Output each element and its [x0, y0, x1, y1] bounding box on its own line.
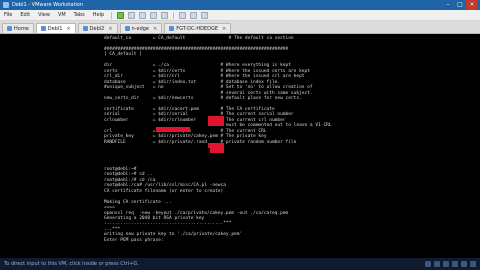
- tab-fgt-dc-hdedge[interactable]: FGT-DC-HDEDGE ×: [164, 23, 232, 33]
- snapshot-icon[interactable]: [139, 11, 147, 19]
- close-button[interactable]: ×: [466, 0, 478, 10]
- terminal-line: default_ca = CA_default # The default ca…: [104, 36, 294, 41]
- close-tab-icon[interactable]: ×: [222, 26, 226, 32]
- hard-disk-icon[interactable]: [425, 261, 431, 267]
- power-on-icon[interactable]: [117, 11, 125, 19]
- terminal-line: root@debl:~# cd ..: [104, 172, 153, 178]
- vm-console[interactable]: default_ca = CA_default # The default ca…: [0, 34, 480, 258]
- vm-icon: [82, 26, 88, 31]
- menu-view[interactable]: View: [34, 12, 54, 18]
- tab-home[interactable]: Home: [2, 23, 34, 33]
- redaction-marker: [156, 127, 190, 132]
- terminal-line: root@debl:/ca# /usr/lib/ssl/misc/CA.pl -…: [104, 183, 226, 189]
- terminal-line: # several certs with same subject.: [104, 90, 313, 96]
- vm-icon: [40, 26, 46, 31]
- terminal-line: [ CA_default ]: [104, 52, 142, 58]
- close-tab-icon[interactable]: ×: [153, 26, 157, 32]
- vm-icon: [124, 26, 130, 31]
- toolbar-divider: [173, 11, 175, 19]
- terminal-line: serial = $dir/serial # The current seria…: [104, 112, 294, 118]
- home-icon: [7, 26, 12, 31]
- terminal-line: CA certificate filename (or enter to cre…: [104, 188, 224, 194]
- console-view-icon[interactable]: [201, 11, 209, 19]
- tab-label: FGT-DC-HDEDGE: [176, 25, 218, 32]
- terminal-line: #unique_subject = no # Set to 'no' to al…: [104, 85, 313, 91]
- terminal-line: private_key = $dir/private/cakey.pem # T…: [104, 134, 267, 140]
- snapshot-manager-icon[interactable]: [161, 11, 169, 19]
- terminal-line: ........................................…: [104, 221, 232, 227]
- window-controls: – □ ×: [442, 0, 478, 10]
- menu-edit[interactable]: Edit: [16, 12, 34, 18]
- terminal-line: new_certs_dir = $dir/newcerts # default …: [104, 95, 302, 101]
- terminal-line: crl_dir = $dir/crl # Where the issued cr…: [104, 74, 305, 80]
- sound-icon[interactable]: [461, 261, 467, 267]
- menu-tabs[interactable]: Tabs: [70, 12, 89, 18]
- terminal-line: Enter PEM pass phrase:: [104, 237, 164, 243]
- network-adapter-icon[interactable]: [443, 261, 449, 267]
- terminal-output: default_ca = CA_default # The default ca…: [104, 36, 332, 243]
- terminal-line: Making CA certificate ...: [104, 199, 172, 205]
- status-hint: To direct input to this VM, click inside…: [4, 261, 139, 267]
- tab-debl2[interactable]: Debl2 ×: [77, 23, 118, 33]
- vm-tab-bar: Home Debl1 × Debl2 × n-edge × FGT-DC-HDE…: [0, 21, 480, 34]
- menu-file[interactable]: File: [0, 12, 16, 18]
- menu-help[interactable]: Help: [89, 12, 108, 18]
- close-tab-icon[interactable]: ×: [108, 26, 112, 32]
- tab-label: Home: [14, 25, 29, 32]
- terminal-line: certs = $dir/certs # Where the issued ce…: [104, 68, 310, 74]
- tab-label: Debl1: [47, 25, 63, 32]
- close-tab-icon[interactable]: ×: [66, 26, 70, 32]
- window-titlebar: Debl1 - VMware Workstation – □ ×: [0, 0, 480, 10]
- window-title: Debl1 - VMware Workstation: [12, 2, 84, 8]
- status-bar: To direct input to this VM, click inside…: [0, 258, 480, 270]
- terminal-line: writing new private key to './ca/private…: [104, 232, 243, 238]
- tab-label: n-edge: [131, 25, 149, 32]
- terminal-line: ====: [104, 205, 115, 211]
- cd-drive-icon[interactable]: [434, 261, 440, 267]
- redaction-marker: [208, 121, 224, 126]
- fullscreen-icon[interactable]: [179, 11, 187, 19]
- usb-icon[interactable]: [452, 261, 458, 267]
- send-ctrl-alt-del-icon[interactable]: [128, 11, 136, 19]
- tab-n-edge[interactable]: n-edge ×: [119, 23, 163, 33]
- tab-label: Debl2: [89, 25, 105, 32]
- vm-icon: [169, 26, 175, 31]
- minimize-button[interactable]: –: [442, 0, 454, 10]
- terminal-line: openssl req -new -keyout ./ca/private/ca…: [104, 210, 289, 216]
- tab-debl1[interactable]: Debl1 ×: [35, 23, 76, 33]
- menu-bar: File Edit View VM Tabs Help: [0, 10, 480, 21]
- terminal-line: dir = ./ca # Where everything is kept: [104, 63, 291, 69]
- display-icon[interactable]: [470, 261, 476, 267]
- terminal-line: database = $dir/index.txt # database ind…: [104, 79, 281, 85]
- revert-snapshot-icon[interactable]: [150, 11, 158, 19]
- vmware-logo-icon: [3, 2, 9, 8]
- redaction-marker: [210, 148, 224, 153]
- unity-view-icon[interactable]: [190, 11, 198, 19]
- maximize-button[interactable]: □: [454, 0, 466, 10]
- terminal-line: RANDFILE = $dir/private/.rand # private …: [104, 139, 297, 145]
- toolbar-divider: [111, 11, 113, 19]
- menu-vm[interactable]: VM: [54, 12, 70, 18]
